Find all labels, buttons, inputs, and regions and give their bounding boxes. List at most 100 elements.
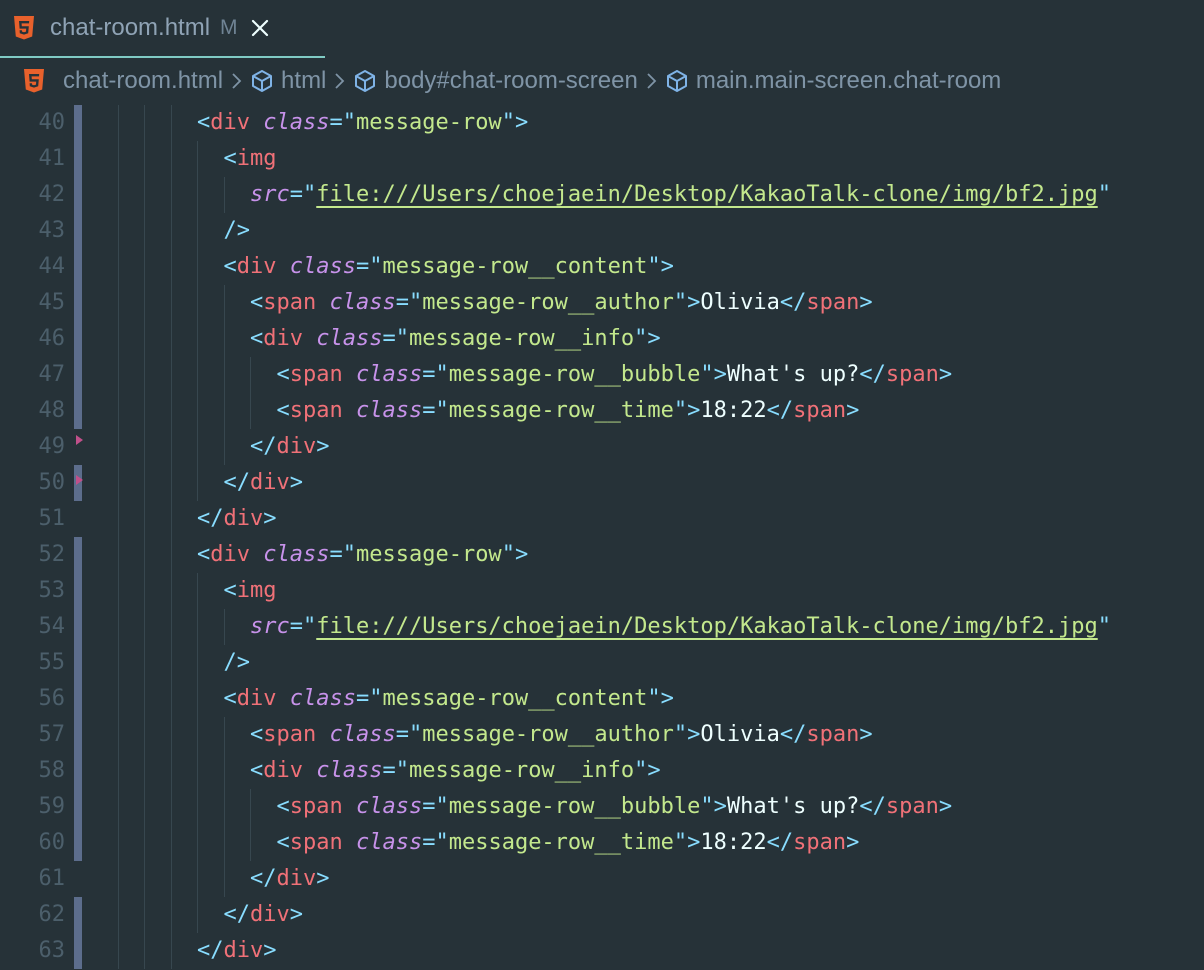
git-modified-indicator[interactable] (74, 357, 82, 393)
indent-guide (197, 249, 198, 285)
code-line[interactable]: 40 <div class="message-row"> (0, 105, 1204, 141)
token-attr: class (263, 110, 330, 135)
code-line[interactable]: 56 <div class="message-row__content"> (0, 681, 1204, 717)
deleted-lines-marker[interactable] (76, 475, 83, 485)
git-modified-indicator[interactable] (74, 825, 82, 861)
git-modified-indicator[interactable] (74, 753, 82, 789)
code-line[interactable]: 42 src="file:///Users/choejaein/Desktop/K… (0, 177, 1204, 213)
code-line[interactable]: 61 </div> (0, 861, 1204, 897)
git-modified-indicator[interactable] (74, 609, 82, 645)
breadcrumb-item-html[interactable]: html (249, 67, 326, 95)
token-punc: < (250, 758, 264, 783)
token-punc: " (303, 182, 317, 207)
token-punc: > (263, 938, 277, 963)
html5-icon (23, 69, 45, 93)
code-line[interactable]: 60 <span class="message-row__time">18:22<… (0, 825, 1204, 861)
code-line[interactable]: 45 <span class="message-row__author">Oliv… (0, 285, 1204, 321)
git-modified-indicator[interactable] (74, 393, 82, 429)
token-punc: > (859, 722, 873, 747)
git-modified-indicator[interactable] (74, 717, 82, 753)
token-attr: class (316, 326, 383, 351)
git-modified-indicator[interactable] (74, 321, 82, 357)
close-icon[interactable] (250, 18, 270, 38)
git-modified-indicator[interactable] (74, 141, 82, 177)
git-modified-indicator[interactable] (74, 213, 82, 249)
token-link[interactable]: file:///Users/choejaein/Desktop/KakaoTal… (316, 614, 1097, 639)
code-line[interactable]: 57 <span class="message-row__author">Oliv… (0, 717, 1204, 753)
token-punc: " (303, 614, 317, 639)
breadcrumb-item-body[interactable]: body#chat-room-screen (352, 67, 638, 95)
git-modified-indicator[interactable] (74, 537, 82, 573)
token-str: message-row__bubble (448, 794, 701, 819)
code-editor[interactable]: 40 <div class="message-row"> 41 <img 42 src="… (0, 105, 1204, 970)
modified-status-badge: M (220, 16, 238, 39)
git-modified-indicator[interactable] (74, 681, 82, 717)
code-text: src="file:///Users/choejaein/Desktop/Kak… (250, 609, 1111, 645)
deleted-lines-marker[interactable] (76, 435, 83, 445)
token-tag: span (885, 794, 939, 819)
code-line[interactable]: 62 </div> (0, 897, 1204, 933)
indent-guide (117, 753, 119, 789)
code-text: <span class="message-row__time">18:22</s… (277, 825, 860, 861)
code-line[interactable]: 48 <span class="message-row__time">18:22<… (0, 393, 1204, 429)
line-number: 49 (38, 434, 66, 459)
git-modified-indicator[interactable] (74, 573, 82, 609)
git-modified-indicator[interactable] (74, 645, 82, 681)
indent-guide (117, 861, 119, 897)
code-line[interactable]: 51 </div> (0, 501, 1204, 537)
git-modified-indicator[interactable] (74, 285, 82, 321)
code-line[interactable]: 59 <span class="message-row__bubble">What… (0, 789, 1204, 825)
code-line[interactable]: 49 </div> (0, 429, 1204, 465)
git-modified-indicator[interactable] (74, 897, 82, 933)
code-line[interactable]: 46 <div class="message-row__info"> (0, 321, 1204, 357)
indent-guide (223, 789, 225, 825)
code-line[interactable]: 52 <div class="message-row"> (0, 537, 1204, 573)
line-number: 58 (38, 758, 66, 783)
token-punc: " (673, 290, 688, 315)
git-modified-indicator[interactable] (74, 789, 82, 825)
code-line[interactable]: 43 /> (0, 213, 1204, 249)
code-line[interactable]: 50 </div> (0, 465, 1204, 501)
token-str: message-row__content (382, 254, 648, 279)
line-number: 61 (38, 866, 66, 891)
breadcrumb-item-file[interactable]: chat-room.html (63, 67, 223, 95)
indent-guide (197, 141, 198, 177)
indent-guide (117, 213, 119, 249)
line-number: 46 (38, 326, 66, 351)
token-punc: > (289, 470, 303, 495)
breadcrumb-item-main[interactable]: main.main-screen.chat-room (664, 67, 1001, 95)
code-line[interactable]: 58 <div class="message-row__info"> (0, 753, 1204, 789)
indent-guide (117, 789, 119, 825)
code-line[interactable]: 53 <img (0, 573, 1204, 609)
token-punc: " (435, 398, 449, 423)
git-modified-indicator[interactable] (74, 105, 82, 141)
token-punc: " (435, 830, 449, 855)
git-modified-indicator[interactable] (74, 933, 82, 969)
code-line[interactable]: 41 <img (0, 141, 1204, 177)
token-attr: class (355, 398, 423, 423)
code-text: </div> (250, 429, 330, 465)
code-line[interactable]: 47 <span class="message-row__bubble">What… (0, 357, 1204, 393)
indent-guide (117, 393, 119, 429)
breadcrumb-label: main.main-screen.chat-room (695, 67, 1002, 94)
token-link[interactable]: file:///Users/choejaein/Desktop/KakaoTal… (316, 182, 1097, 207)
code-line[interactable]: 55 /> (0, 645, 1204, 681)
code-text: <div class="message-row__content"> (224, 681, 674, 717)
token-punc: < (223, 686, 237, 711)
git-modified-indicator[interactable] (74, 177, 82, 213)
line-number: 53 (38, 578, 66, 603)
code-line[interactable]: 63 </div> (0, 933, 1204, 969)
git-modified-indicator[interactable] (74, 249, 82, 285)
code-text: </div> (197, 933, 277, 969)
token-str: message-row__author (422, 722, 674, 747)
code-line[interactable]: 44 <div class="message-row__content"> (0, 249, 1204, 285)
token-punc: > (938, 362, 953, 387)
tab-chat-room-html[interactable]: chat-room.html M (0, 0, 325, 58)
token-tag: div (250, 470, 290, 495)
indent-guide (117, 141, 119, 177)
code-line[interactable]: 54 src="file:///Users/choejaein/Desktop/K… (0, 609, 1204, 645)
token-tag: div (236, 686, 277, 711)
indent-guide (117, 429, 119, 465)
